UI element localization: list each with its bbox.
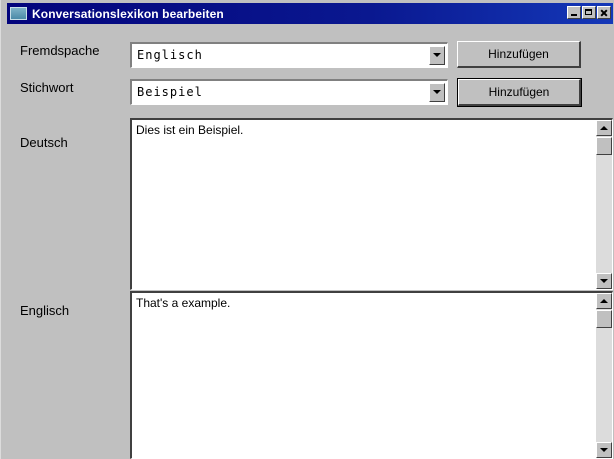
- minimize-icon[interactable]: [567, 6, 581, 19]
- scroll-up-icon[interactable]: [596, 120, 612, 136]
- english-label: Englisch: [20, 303, 70, 318]
- close-icon[interactable]: [597, 6, 611, 19]
- english-textarea[interactable]: That's a example.: [130, 291, 613, 459]
- german-scrollbar[interactable]: [596, 120, 612, 289]
- add-language-button[interactable]: Hinzufügen: [457, 41, 581, 68]
- german-label: Deutsch: [20, 135, 68, 150]
- foreign-language-value: Englisch: [137, 48, 203, 62]
- scroll-thumb[interactable]: [596, 310, 612, 328]
- english-scrollbar[interactable]: [596, 293, 612, 458]
- foreign-language-combo[interactable]: Englisch: [130, 42, 448, 68]
- german-textarea[interactable]: Dies ist ein Beispiel.: [130, 118, 613, 290]
- maximize-icon[interactable]: [582, 6, 596, 19]
- scroll-down-icon[interactable]: [596, 273, 612, 289]
- keyword-value: Beispiel: [137, 85, 203, 99]
- window-controls: [566, 6, 611, 19]
- title-bar[interactable]: Konversationslexikon bearbeiten: [7, 3, 613, 24]
- english-text: That's a example.: [136, 296, 231, 310]
- dialog-window: Konversationslexikon bearbeiten Fremdspa…: [0, 0, 614, 459]
- chevron-down-icon[interactable]: [429, 83, 445, 102]
- foreign-language-label: Fremdspache: [20, 43, 100, 58]
- app-icon: [10, 7, 27, 20]
- german-text: Dies ist ein Beispiel.: [136, 123, 244, 137]
- scroll-thumb[interactable]: [596, 137, 612, 155]
- keyword-combo[interactable]: Beispiel: [130, 79, 448, 105]
- add-keyword-button[interactable]: Hinzufügen: [457, 78, 582, 107]
- chevron-down-icon[interactable]: [429, 46, 445, 65]
- scroll-down-icon[interactable]: [596, 442, 612, 458]
- scroll-up-icon[interactable]: [596, 293, 612, 309]
- window-title: Konversationslexikon bearbeiten: [32, 6, 224, 21]
- keyword-label: Stichwort: [20, 80, 74, 95]
